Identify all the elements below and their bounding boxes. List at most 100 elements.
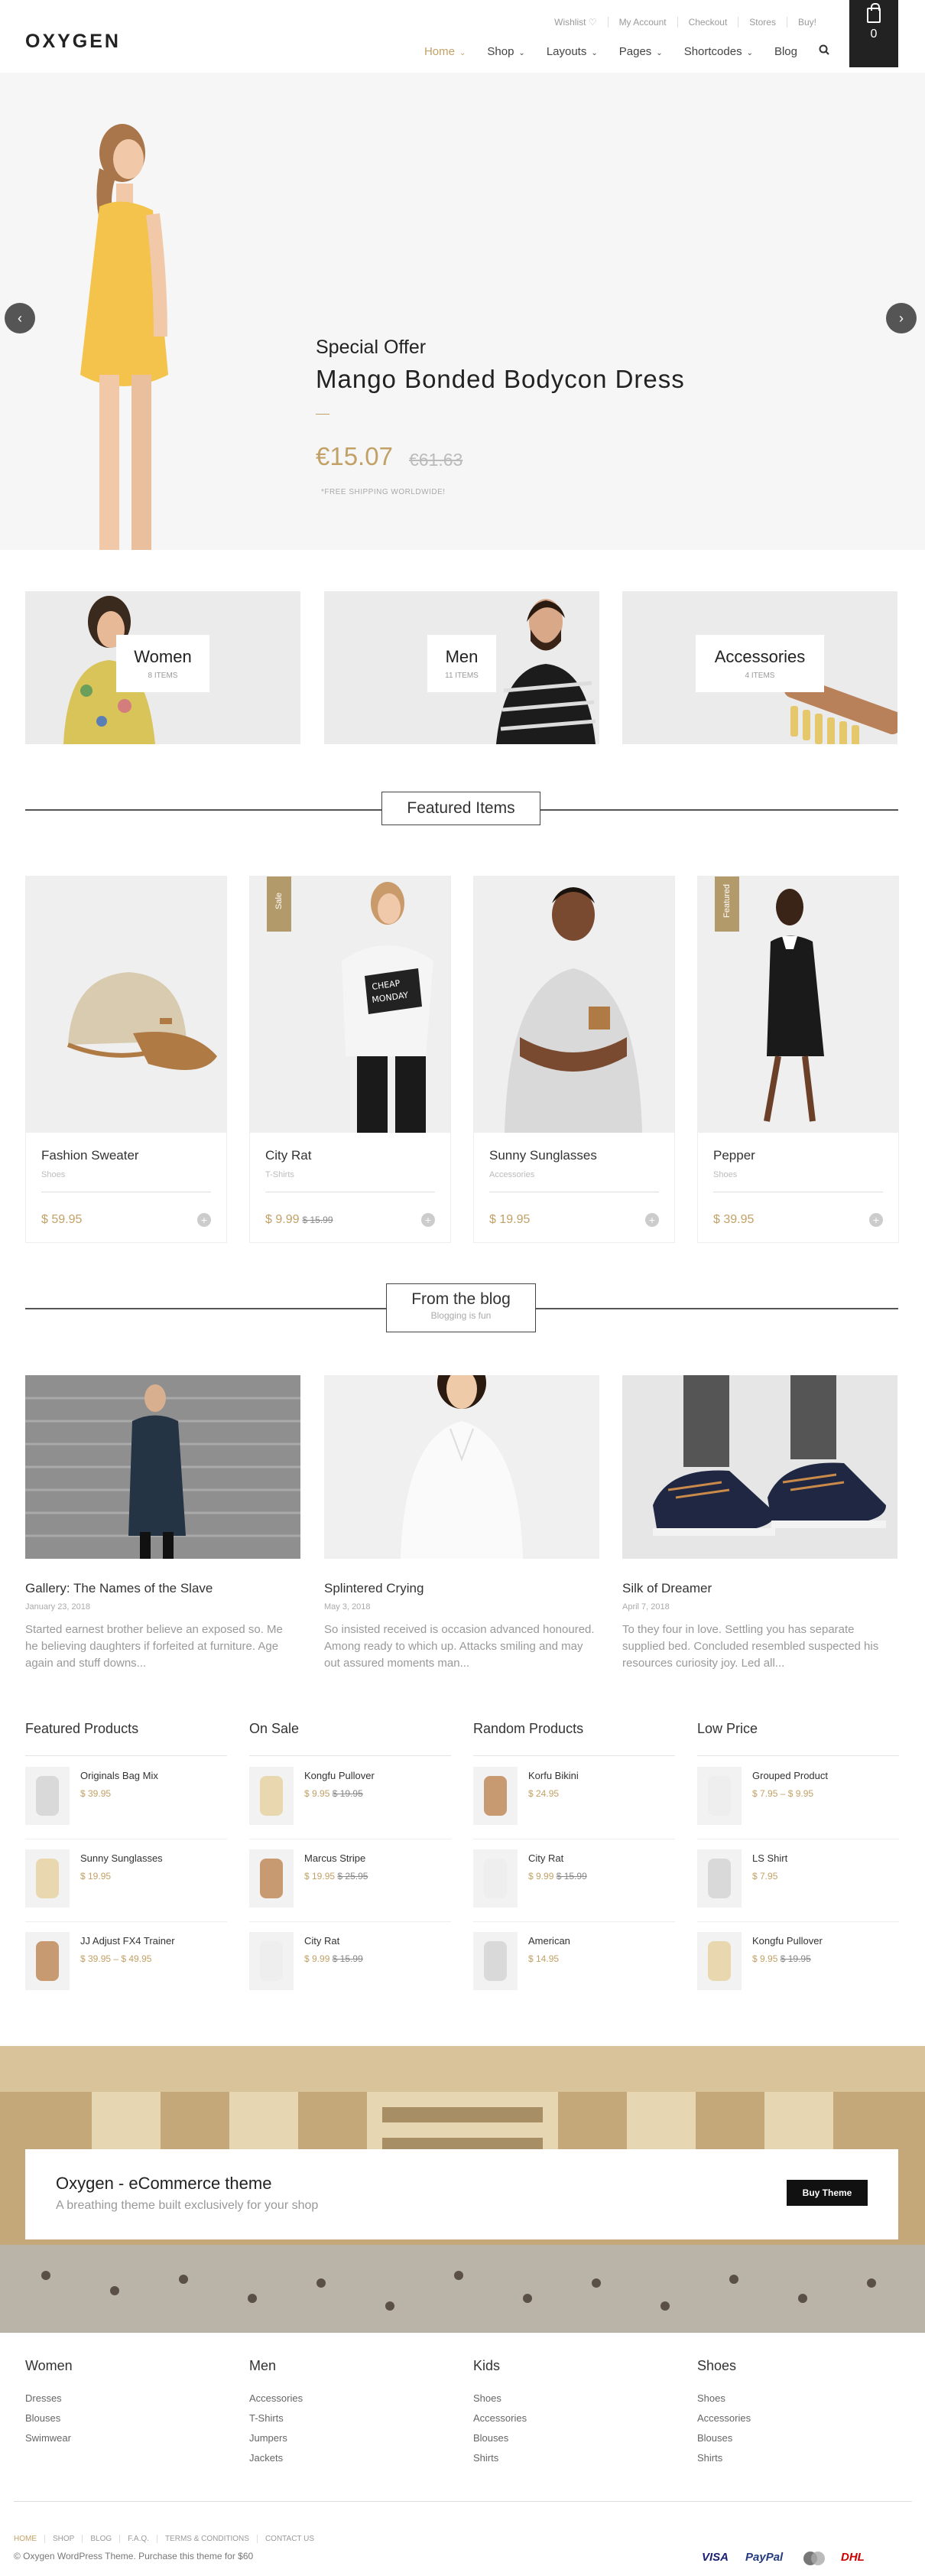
product-thumbnail[interactable] <box>697 1932 742 1990</box>
product-image[interactable] <box>474 877 674 1133</box>
widget-product-name[interactable]: Marcus Stripe <box>304 1852 365 1864</box>
category-women[interactable]: Women 8 ITEMS <box>25 591 300 744</box>
blog-post-title[interactable]: Gallery: The Names of the Slave <box>25 1581 213 1596</box>
footer-link[interactable]: Shoes <box>697 2392 725 2404</box>
widget-product-name[interactable]: City Rat <box>304 1935 339 1947</box>
product-thumbnail[interactable] <box>473 1849 518 1908</box>
product-thumbnail[interactable] <box>697 1849 742 1908</box>
widget-product-item[interactable]: City Rat $ 9.99 $ 15.99 <box>473 1849 675 1922</box>
widget-product-item[interactable]: Marcus Stripe $ 19.95 $ 25.95 <box>249 1849 451 1922</box>
widget-product-name[interactable]: LS Shirt <box>752 1852 787 1864</box>
widget-product-item[interactable]: American $ 14.95 <box>473 1932 675 1996</box>
category-men[interactable]: Men 11 ITEMS <box>324 591 599 744</box>
widget-product-name[interactable]: Kongfu Pullover <box>304 1770 375 1781</box>
widget-product-name[interactable]: American <box>528 1935 570 1947</box>
product-card[interactable]: Fashion Sweater Shoes $ 59.95 + <box>25 876 227 1243</box>
footer-link[interactable]: Shirts <box>473 2452 498 2464</box>
widget-product-name[interactable]: Kongfu Pullover <box>752 1935 823 1947</box>
blog-post-title[interactable]: Silk of Dreamer <box>622 1581 712 1596</box>
top-link-account[interactable]: My Account <box>609 17 678 28</box>
hero-product-title[interactable]: Mango Bonded Bodycon Dress <box>316 365 685 394</box>
widget-product-name[interactable]: Sunny Sunglasses <box>80 1852 163 1864</box>
add-to-cart-icon[interactable]: + <box>869 1213 883 1227</box>
widget-product-name[interactable]: JJ Adjust FX4 Trainer <box>80 1935 175 1947</box>
top-link-stores[interactable]: Stores <box>738 17 787 28</box>
widget-product-item[interactable]: Kongfu Pullover $ 9.95 $ 19.95 <box>249 1767 451 1839</box>
widget-product-item[interactable]: JJ Adjust FX4 Trainer $ 39.95 – $ 49.95 <box>25 1932 227 1996</box>
footer-link[interactable]: Blouses <box>473 2432 508 2444</box>
footer-link[interactable]: Accessories <box>697 2412 751 2424</box>
footer-link-blog[interactable]: BLOG <box>83 2535 121 2543</box>
widget-product-item[interactable]: Korfu Bikini $ 24.95 <box>473 1767 675 1839</box>
nav-item-shortcodes[interactable]: Shortcodes ⌄ <box>684 45 753 58</box>
add-to-cart-icon[interactable]: + <box>421 1213 435 1227</box>
product-thumbnail[interactable] <box>697 1767 742 1825</box>
nav-item-blog[interactable]: Blog <box>774 45 797 58</box>
add-to-cart-icon[interactable]: + <box>645 1213 659 1227</box>
site-logo[interactable]: OXYGEN <box>25 31 121 53</box>
widget-product-item[interactable]: Sunny Sunglasses $ 19.95 <box>25 1849 227 1922</box>
widget-product-name[interactable]: Grouped Product <box>752 1770 828 1781</box>
widget-product-item[interactable]: Originals Bag Mix $ 39.95 <box>25 1767 227 1839</box>
footer-link[interactable]: Jumpers <box>249 2432 287 2444</box>
footer-link[interactable]: Accessories <box>249 2392 303 2404</box>
footer-link[interactable]: Swimwear <box>25 2432 71 2444</box>
widget-product-item[interactable]: LS Shirt $ 7.95 <box>697 1849 899 1922</box>
footer-link-home[interactable]: HOME <box>14 2535 45 2543</box>
product-thumbnail[interactable] <box>249 1767 294 1825</box>
nav-item-shop[interactable]: Shop ⌄ <box>487 45 524 58</box>
product-category[interactable]: Accessories <box>489 1170 534 1179</box>
footer-link-terms[interactable]: TERMS & CONDITIONS <box>157 2535 258 2543</box>
footer-link-faq[interactable]: F.A.Q. <box>120 2535 157 2543</box>
product-name[interactable]: City Rat <box>265 1148 311 1163</box>
add-to-cart-icon[interactable]: + <box>197 1213 211 1227</box>
footer-link[interactable]: Accessories <box>473 2412 527 2424</box>
cart-button[interactable]: 0 <box>849 0 898 67</box>
product-category[interactable]: T-Shirts <box>265 1170 294 1179</box>
footer-link[interactable]: Jackets <box>249 2452 283 2464</box>
footer-link-shop[interactable]: SHOP <box>45 2535 83 2543</box>
nav-item-layouts[interactable]: Layouts ⌄ <box>547 45 598 58</box>
search-icon[interactable] <box>819 44 829 58</box>
widget-product-item[interactable]: City Rat $ 9.99 $ 15.99 <box>249 1932 451 1996</box>
product-card[interactable]: Featured Pepper Shoes $ 39.95 + <box>697 876 899 1243</box>
product-thumbnail[interactable] <box>473 1932 518 1990</box>
product-thumbnail[interactable] <box>25 1932 70 1990</box>
product-name[interactable]: Sunny Sunglasses <box>489 1148 597 1163</box>
chevron-right-icon[interactable]: › <box>886 303 917 333</box>
footer-link[interactable]: Blouses <box>25 2412 60 2424</box>
product-card[interactable]: Sunny Sunglasses Accessories $ 19.95 + <box>473 876 675 1243</box>
product-category[interactable]: Shoes <box>41 1170 65 1179</box>
footer-link[interactable]: Shirts <box>697 2452 722 2464</box>
category-accessories[interactable]: Accessories 4 ITEMS <box>622 591 897 744</box>
top-link-checkout[interactable]: Checkout <box>678 17 739 28</box>
product-thumbnail[interactable] <box>473 1767 518 1825</box>
product-thumbnail[interactable] <box>249 1932 294 1990</box>
product-thumbnail[interactable] <box>25 1767 70 1825</box>
widget-product-name[interactable]: City Rat <box>528 1852 563 1864</box>
footer-link[interactable]: Blouses <box>697 2432 732 2444</box>
product-thumbnail[interactable] <box>249 1849 294 1908</box>
blog-image[interactable] <box>324 1375 599 1559</box>
widget-product-item[interactable]: Grouped Product $ 7.95 – $ 9.95 <box>697 1767 899 1839</box>
widget-product-name[interactable]: Korfu Bikini <box>528 1770 579 1781</box>
chevron-left-icon[interactable]: ‹ <box>5 303 35 333</box>
footer-link[interactable]: T-Shirts <box>249 2412 284 2424</box>
footer-link[interactable]: Dresses <box>25 2392 62 2404</box>
top-link-wishlist[interactable]: Wishlist ♡ <box>544 17 609 28</box>
blog-post-title[interactable]: Splintered Crying <box>324 1581 424 1596</box>
widget-product-name[interactable]: Originals Bag Mix <box>80 1770 158 1781</box>
nav-item-home[interactable]: Home ⌄ <box>424 45 466 58</box>
product-name[interactable]: Pepper <box>713 1148 755 1163</box>
buy-theme-button[interactable]: Buy Theme <box>787 2180 868 2206</box>
product-card[interactable]: CHEAP MONDAY Sale City Rat T-Shirts $ 9.… <box>249 876 451 1243</box>
footer-link[interactable]: Shoes <box>473 2392 501 2404</box>
product-name[interactable]: Fashion Sweater <box>41 1148 139 1163</box>
product-category[interactable]: Shoes <box>713 1170 737 1179</box>
product-image[interactable] <box>26 877 226 1133</box>
footer-link-contact[interactable]: CONTACT US <box>258 2535 322 2543</box>
nav-item-pages[interactable]: Pages ⌄ <box>619 45 663 58</box>
product-thumbnail[interactable] <box>25 1849 70 1908</box>
blog-image[interactable] <box>25 1375 300 1559</box>
top-link-buy[interactable]: Buy! <box>787 17 827 28</box>
